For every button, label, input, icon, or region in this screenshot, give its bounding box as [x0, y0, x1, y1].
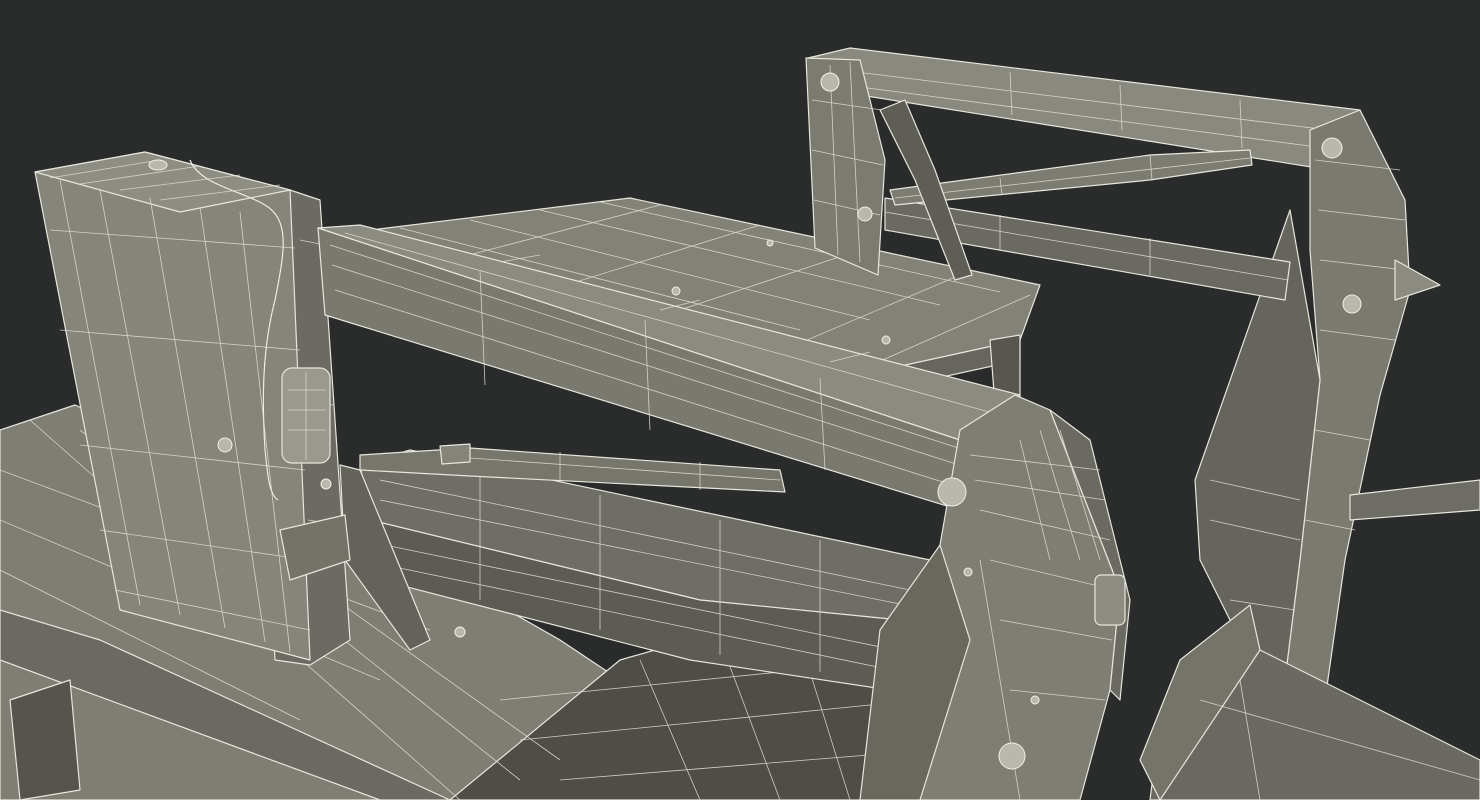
pivot-bolt-icon	[937, 477, 967, 507]
bolt-icon	[320, 478, 332, 490]
hinge-plate	[1094, 574, 1126, 626]
bolt-icon	[671, 286, 681, 296]
pivot-bolt-icon	[1342, 294, 1362, 314]
pivot-bolt-icon	[998, 742, 1026, 770]
bolt-icon	[963, 567, 973, 577]
pivot-bolt-icon	[1321, 137, 1343, 159]
clamp-tip	[1394, 259, 1441, 301]
bolt-icon	[1030, 695, 1040, 705]
pivot-bolt-icon	[820, 72, 840, 92]
render-viewport	[0, 0, 1480, 800]
bolt-icon	[881, 335, 891, 345]
bolt-icon	[766, 239, 774, 247]
pivot-bolt-icon	[857, 206, 873, 222]
knob-icon	[148, 159, 168, 171]
bolt-icon	[454, 626, 466, 638]
wireframe-machine-render	[0, 47, 1480, 800]
lock-icon	[217, 437, 233, 453]
